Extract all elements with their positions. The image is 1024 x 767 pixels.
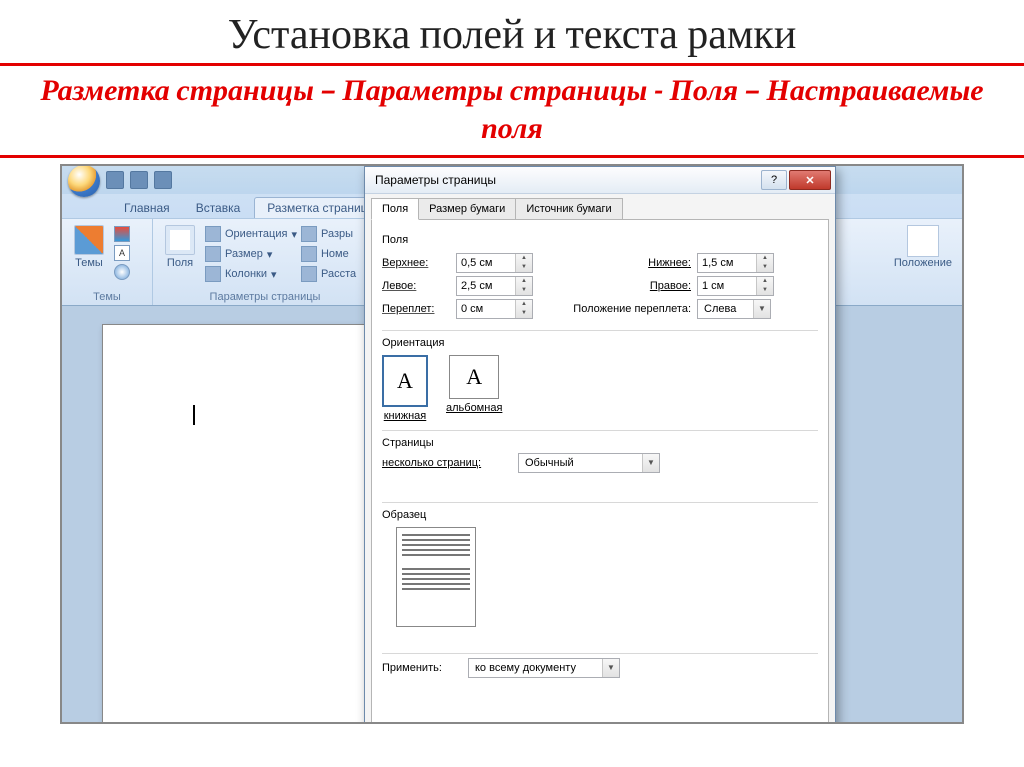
tab-page-layout[interactable]: Разметка страниц [254,197,380,218]
divider [0,155,1024,158]
combo-multi-pages-value: Обычный [519,455,642,471]
label-gutter: Переплет: [382,303,450,315]
section-preview: Образец [382,509,818,521]
chevron-down-icon[interactable]: ▼ [753,300,770,318]
input-gutter-field[interactable] [457,301,515,317]
close-button[interactable]: ✕ [789,170,831,190]
input-left-field[interactable] [457,278,515,294]
effects-icon[interactable] [114,264,130,280]
tab-paper-size[interactable]: Размер бумаги [418,198,516,220]
input-top[interactable]: ▲▼ [456,253,533,273]
portrait-icon: A [382,355,428,407]
office-button-icon[interactable] [68,165,100,197]
combo-gutter-pos-value: Слева [698,301,753,317]
save-icon[interactable] [106,171,124,189]
position-button[interactable]: Положение [884,219,962,305]
breaks-icon [301,226,317,242]
spinner-arrows-icon[interactable]: ▲▼ [756,254,773,272]
undo-icon[interactable] [130,171,148,189]
preview-icon [396,527,476,627]
landscape-label: альбомная [446,402,502,414]
themes-button[interactable]: Темы [68,223,110,280]
size-button[interactable]: Размер ▾ [205,245,297,263]
columns-button[interactable]: Колонки ▾ [205,265,297,283]
group-themes: Темы A Темы [62,219,153,305]
section-fields: Поля [382,234,818,246]
dialog-body: Поля Верхнее: ▲▼ Левое: ▲▼ [371,219,829,724]
input-top-field[interactable] [457,255,515,271]
label-bottom: Нижнее: [561,257,691,269]
tab-margins[interactable]: Поля [371,198,419,220]
section-pages: Страницы [382,437,818,449]
position-icon [907,225,939,257]
orientation-button[interactable]: Ориентация ▾ [205,225,297,243]
input-left[interactable]: ▲▼ [456,276,533,296]
label-apply-to: Применить: [382,662,462,674]
line-numbers-label: Номе [321,248,349,260]
spinner-arrows-icon[interactable]: ▲▼ [756,277,773,295]
dialog-tabs: Поля Размер бумаги Источник бумаги [365,194,835,220]
colors-icon[interactable] [114,226,130,242]
chevron-down-icon[interactable]: ▼ [642,454,659,472]
spinner-arrows-icon[interactable]: ▲▼ [515,277,532,295]
orientation-portrait[interactable]: A книжная [382,355,428,422]
size-label: Размер [225,248,263,260]
label-left: Левое: [382,280,450,292]
breaks-label: Разры [321,228,353,240]
hyphen-label: Расста [321,268,356,280]
tab-insert[interactable]: Вставка [184,198,253,218]
group-page-setup: Поля Ориентация ▾ Размер ▾ Колонки ▾ Раз… [153,219,378,305]
margins-icon [165,225,195,255]
margins-label: Поля [167,257,193,269]
input-bottom-field[interactable] [698,255,756,271]
word-window: Главная Вставка Разметка страниц Темы A [60,164,964,724]
landscape-icon: A [449,355,499,399]
hyphenation-button[interactable]: Расста [301,265,356,283]
fonts-icon[interactable]: A [114,245,130,261]
label-gutter-pos: Положение переплета: [561,303,691,315]
tab-paper-source[interactable]: Источник бумаги [515,198,622,220]
help-button[interactable]: ? [761,170,787,190]
line-numbers-button[interactable]: Номе [301,245,356,263]
margins-button[interactable]: Поля [159,223,201,283]
themes-icon [74,225,104,255]
spinner-arrows-icon[interactable]: ▲▼ [515,254,532,272]
columns-label: Колонки [225,268,267,280]
breadcrumb: Разметка страницы – Параметры страницы -… [0,66,1024,155]
themes-label: Темы [75,257,103,269]
orientation-landscape[interactable]: A альбомная [446,355,502,422]
input-gutter[interactable]: ▲▼ [456,299,533,319]
slide-title: Установка полей и текста рамки [0,0,1024,63]
label-multi-pages: несколько страниц: [382,457,512,469]
input-bottom[interactable]: ▲▼ [697,253,774,273]
spinner-arrows-icon[interactable]: ▲▼ [515,300,532,318]
combo-multi-pages[interactable]: Обычный ▼ [518,453,660,473]
position-label: Положение [894,257,952,269]
line-numbers-icon [301,246,317,262]
text-cursor [193,405,195,425]
portrait-label: книжная [384,410,427,422]
orientation-icon [205,226,221,242]
columns-icon [205,266,221,282]
breaks-button[interactable]: Разры [301,225,356,243]
orientation-label: Ориентация [225,228,287,240]
chevron-down-icon[interactable]: ▼ [602,659,619,677]
group-page-setup-label: Параметры страницы [159,289,371,303]
dialog-title: Параметры страницы [375,173,496,187]
combo-apply-to-value: ко всему документу [469,660,602,676]
label-top: Верхнее: [382,257,450,269]
input-right[interactable]: ▲▼ [697,276,774,296]
label-right: Правое: [561,280,691,292]
group-themes-label: Темы [68,289,146,303]
combo-apply-to[interactable]: ко всему документу ▼ [468,658,620,678]
combo-gutter-pos[interactable]: Слева ▼ [697,299,771,319]
input-right-field[interactable] [698,278,756,294]
section-orientation: Ориентация [382,337,818,349]
hyphenation-icon [301,266,317,282]
redo-icon[interactable] [154,171,172,189]
dialog-titlebar[interactable]: Параметры страницы ? ✕ [365,167,835,194]
size-icon [205,246,221,262]
tab-home[interactable]: Главная [112,198,182,218]
page-setup-dialog: Параметры страницы ? ✕ Поля Размер бумаг… [364,166,836,724]
